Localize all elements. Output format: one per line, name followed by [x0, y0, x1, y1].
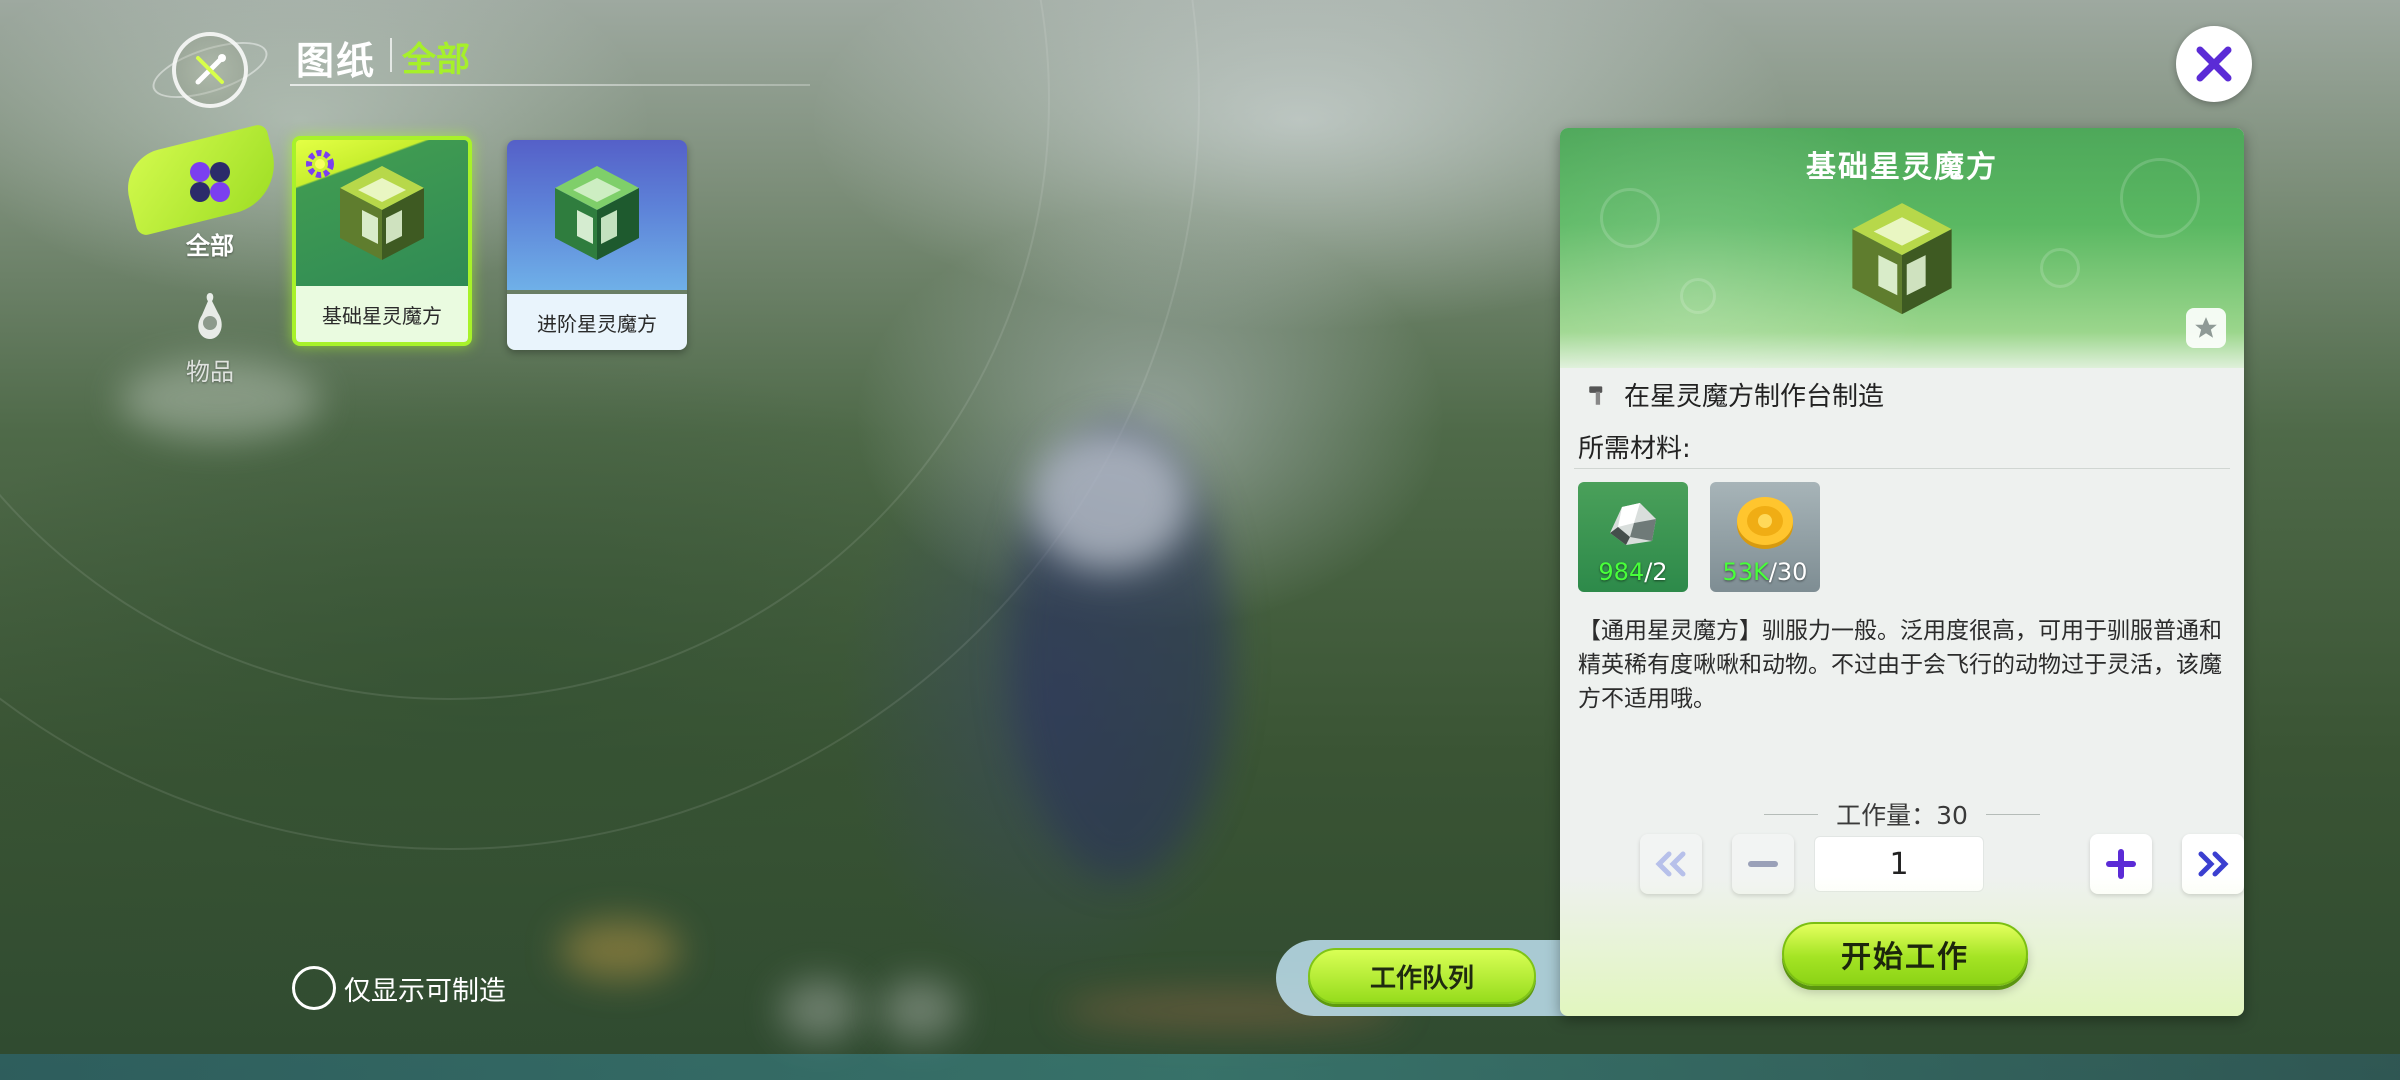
materials-label: 所需材料: [1578, 434, 1691, 464]
only-craftable-toggle[interactable]: 仅显示可制造 [292, 966, 506, 1010]
craft-station-text: 在星灵魔方制作台制造 [1624, 382, 1885, 412]
blueprint-card-basic[interactable]: 基础星灵魔方 [292, 136, 472, 346]
cube-icon [555, 166, 639, 260]
category-label: 全部 [186, 232, 234, 260]
minus-icon [1748, 861, 1778, 867]
favorite-button[interactable] [2186, 308, 2226, 348]
work-queue-button[interactable]: 工作队列 [1308, 948, 1536, 1004]
detail-panel: 基础星灵魔方 在星灵魔方制作台制造 所需材料: 984/2 53K/30 【通用… [1560, 128, 2244, 1016]
workload-row: 工作量：30 [1560, 796, 2244, 832]
hammer-icon [1589, 385, 1603, 405]
category-label: 物品 [186, 358, 234, 386]
potion-icon [198, 293, 222, 339]
item-description: 【通用星灵魔方】驯服力一般。泛用度很高，可用于驯服普通和精英稀有度啾啾和动物。不… [1578, 618, 2222, 712]
gold-coin-icon [1737, 497, 1793, 549]
detail-title: 基础星灵魔方 [1806, 150, 1998, 185]
close-icon [2196, 46, 2232, 82]
double-chevron-right-icon [2198, 851, 2229, 877]
material-have: 984 [1598, 558, 1645, 586]
radio-circle[interactable] [292, 966, 336, 1010]
clover-icon [190, 162, 230, 202]
page-title: 图纸 [296, 39, 377, 83]
category-all[interactable]: 全部 [119, 123, 285, 261]
material-need: /30 [1768, 558, 1808, 586]
material-need: /2 [1644, 558, 1668, 586]
material-have: 53K [1722, 558, 1769, 586]
material-slot[interactable]: 53K/30 [1710, 482, 1820, 592]
cube-icon [340, 166, 424, 260]
ore-icon [1610, 503, 1656, 545]
gear-icon [302, 146, 338, 182]
star-icon [2195, 317, 2217, 338]
close-button[interactable] [2176, 26, 2252, 102]
blueprint-name: 基础星灵魔方 [296, 286, 468, 342]
header-divider [290, 84, 810, 86]
divider [1574, 468, 2230, 469]
blueprint-tools-icon [172, 32, 248, 108]
blueprint-name: 进阶星灵魔方 [507, 294, 687, 350]
category-items[interactable]: 物品 [155, 280, 265, 387]
craft-station-row: 在星灵魔方制作台制造 [1586, 376, 1884, 413]
page-subtitle: 全部 [402, 40, 470, 80]
blueprint-card-advanced[interactable]: 进阶星灵魔方 [507, 140, 687, 350]
workload-text: 工作量：30 [1836, 801, 1968, 830]
cube-icon [1842, 196, 1962, 326]
blueprint-emblem [146, 22, 274, 122]
material-slot[interactable]: 984/2 [1578, 482, 1688, 592]
only-craftable-label: 仅显示可制造 [344, 975, 506, 1007]
start-work-button[interactable]: 开始工作 [1782, 922, 2028, 986]
double-chevron-left-icon [1655, 851, 1686, 877]
title-divider [390, 38, 392, 72]
